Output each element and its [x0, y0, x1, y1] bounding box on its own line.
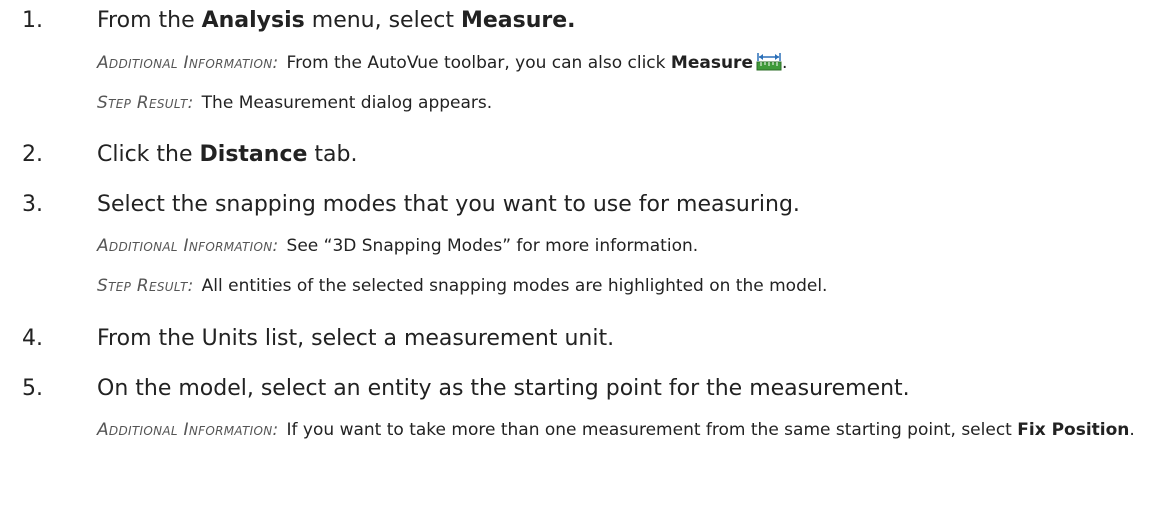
note-label: Additional Information: [97, 236, 279, 256]
step-number: 5. [22, 376, 43, 401]
note-label: Additional Information: [97, 420, 279, 440]
step-number: 4. [22, 326, 43, 351]
text-segment: menu, select [304, 8, 461, 33]
step-result-note: Step Result: All entities of the selected… [97, 273, 1147, 299]
note-label: Additional Information: [97, 53, 279, 73]
step-instruction: From the Units list, select a measuremen… [97, 326, 615, 351]
option-name: Fix Position [1017, 420, 1130, 440]
note-text: If you want to take more than one measur… [286, 420, 1018, 440]
note-text: See “3D Snapping Modes” for more informa… [286, 236, 699, 256]
menu-name: Analysis [201, 8, 305, 33]
tab-name: Distance [199, 142, 308, 167]
note-label: Step Result: [97, 93, 194, 113]
note-text: . [1129, 420, 1135, 440]
note-label: Step Result: [97, 276, 194, 296]
step-number: 3. [22, 192, 43, 217]
step-instruction: Click the Distance tab. [97, 140, 1147, 170]
note-text: From the AutoVue toolbar, you can also c… [286, 53, 671, 73]
step-number: 2. [22, 142, 43, 167]
additional-information-note: Additional Information: See “3D Snapping … [97, 233, 1147, 259]
note-text: The Measurement dialog appears. [201, 93, 493, 113]
note-text: . [781, 53, 788, 73]
toolbar-button-name: Measure [670, 53, 753, 73]
step-instruction: From the Analysis menu, select Measure. [97, 6, 1147, 36]
measure-ruler-icon [756, 51, 782, 71]
additional-information-note: Additional Information: If you want to ta… [97, 417, 1142, 443]
menu-item-name: Measure. [460, 8, 576, 33]
text-segment: Click the [97, 142, 200, 167]
step-number: 1. [22, 8, 43, 33]
step-result-note: Step Result: The Measurement dialog appea… [97, 90, 1147, 116]
text-segment: tab. [307, 142, 358, 167]
note-text: All entities of the selected snapping mo… [201, 276, 828, 296]
step-instruction: Select the snapping modes that you want … [97, 192, 800, 217]
text-segment: From the [97, 8, 202, 33]
additional-information-note: Additional Information: From the AutoVue … [97, 50, 1147, 76]
step-instruction: On the model, select an entity as the st… [97, 376, 910, 401]
